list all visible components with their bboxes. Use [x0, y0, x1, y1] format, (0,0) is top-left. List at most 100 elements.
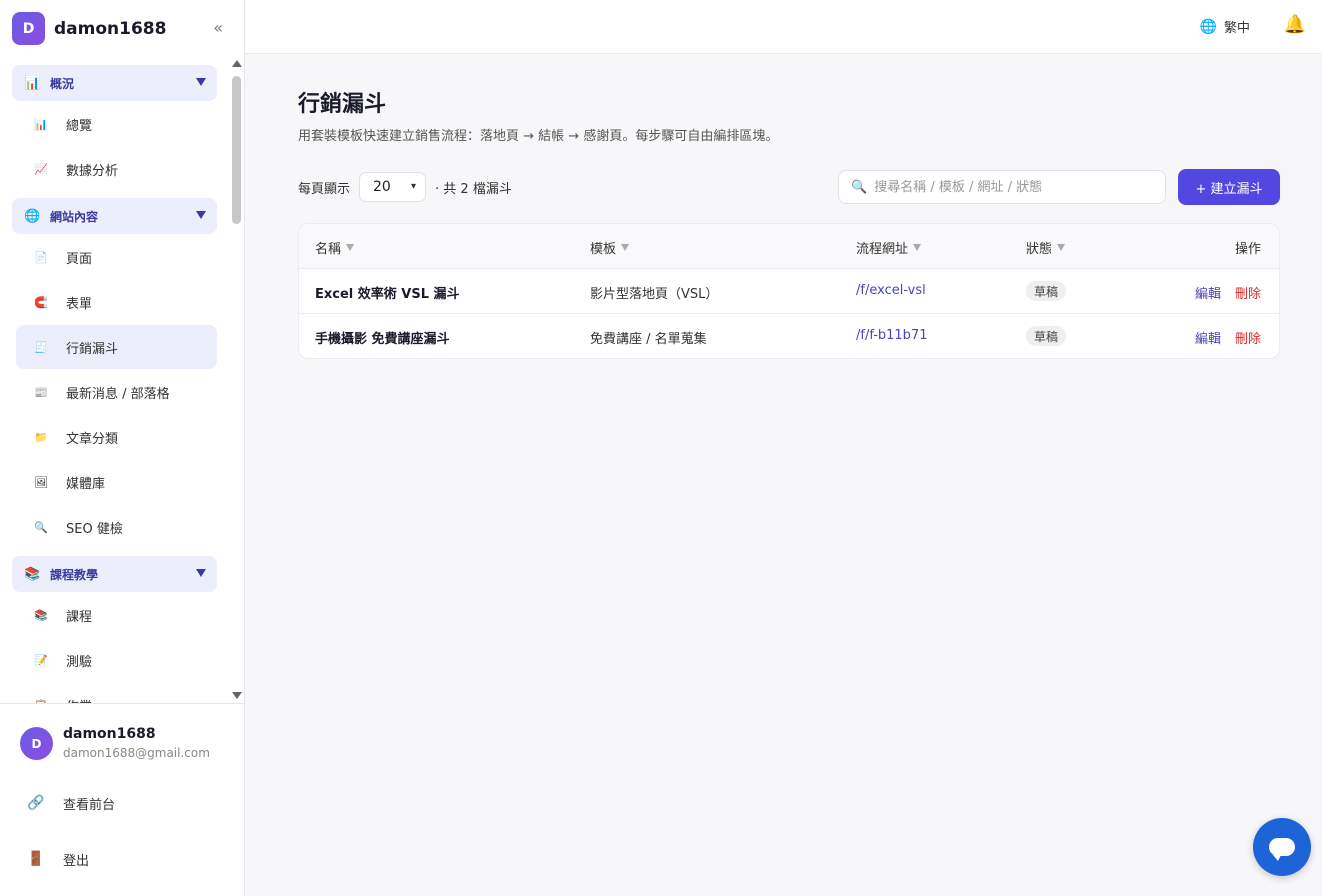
chat-bubble-icon: [1269, 838, 1295, 861]
sidebar-item-courses[interactable]: 📚 課程: [16, 593, 217, 637]
funnel-name: Excel 效率術 VSL 漏斗: [315, 287, 460, 302]
sidebar-nav: 📊 概況 📊 總覽 📈 數據分析 🌐 網站內容 📄 頁面 🧲 表單 🧾 行銷漏斗…: [0, 58, 230, 703]
column-header-label: 流程網址: [856, 242, 909, 257]
user-email: damon1688@gmail.com: [63, 746, 210, 760]
sidebar-item-forms[interactable]: 🧲 表單: [16, 280, 217, 324]
column-header-url[interactable]: 流程網址: [856, 238, 922, 257]
sidebar-item-quizzes[interactable]: 📝 測驗: [16, 638, 217, 682]
column-header-label: 操作: [1235, 242, 1262, 257]
per-page-value: 20: [373, 179, 391, 195]
page-icon: 📄: [34, 250, 48, 264]
sidebar-item-seo[interactable]: 🔍 SEO 健檢: [16, 505, 217, 549]
language-label: 繁中: [1223, 21, 1250, 36]
page-subtitle: 用套裝模板快速建立銷售流程：落地頁 → 結帳 → 感謝頁。每步驟可自由編排區塊。: [298, 129, 779, 144]
sidebar-section-overview[interactable]: 📊 概況: [12, 65, 217, 101]
search-input[interactable]: [874, 179, 1155, 195]
sidebar-item-label: 測驗: [66, 654, 93, 670]
bar-chart-icon: 📊: [34, 117, 48, 131]
sidebar-item-pages[interactable]: 📄 頁面: [16, 235, 217, 279]
sidebar-item-label: 作業: [66, 696, 92, 704]
brand-name: damon1688: [54, 18, 167, 39]
language-switcher[interactable]: 🌐 繁中: [1199, 17, 1250, 37]
delete-button[interactable]: 刪除: [1235, 328, 1261, 347]
chart-icon: 📊: [24, 75, 41, 91]
sidebar-item-label: 行銷漏斗: [66, 341, 119, 357]
sidebar: D damon1688 « 📊 概況 📊 總覽 📈 數據分析 🌐 網站內容 📄 …: [0, 0, 245, 896]
view-frontend-label: 查看前台: [63, 797, 116, 813]
topbar: 🌐 繁中 🔔: [245, 0, 1322, 54]
sidebar-section-label: 課程教學: [50, 567, 99, 582]
sidebar-item-assignments[interactable]: 📋 作業: [16, 683, 217, 704]
folder-icon: 📁: [34, 430, 48, 444]
brand: D damon1688 «: [12, 12, 237, 45]
globe-icon: 🌐: [24, 208, 41, 224]
edit-button[interactable]: 編輯: [1195, 328, 1221, 347]
funnel-template: 免費講座 / 名單蒐集: [590, 332, 707, 347]
sidebar-section-label: 網站內容: [50, 209, 99, 224]
funnel-url-link[interactable]: /f/f-b11b71: [856, 328, 927, 343]
column-header-name[interactable]: 名稱: [315, 238, 355, 257]
clipboard-icon: 📋: [32, 696, 50, 704]
avatar[interactable]: D: [20, 727, 53, 760]
sidebar-item-categories[interactable]: 📁 文章分類: [16, 415, 217, 459]
sidebar-item-funnels[interactable]: 🧾 行銷漏斗: [16, 325, 217, 369]
logout-label: 登出: [63, 853, 90, 869]
sidebar-item-label: 課程: [66, 609, 93, 625]
per-page-select[interactable]: 20 ▾: [359, 172, 427, 202]
sidebar-section-courses[interactable]: 📚 課程教學: [12, 556, 217, 592]
sidebar-item-label: 頁面: [66, 251, 93, 267]
brand-logo: D: [12, 12, 45, 45]
bell-icon[interactable]: 🔔: [1284, 14, 1306, 35]
column-header-actions: 操作: [1235, 238, 1261, 257]
sidebar-item-analytics[interactable]: 📈 數據分析: [16, 147, 217, 191]
chat-button[interactable]: [1253, 818, 1311, 876]
column-header-label: 狀態: [1026, 242, 1053, 257]
create-funnel-button[interactable]: + 建立漏斗: [1178, 169, 1280, 205]
books-icon: 📚: [34, 608, 48, 622]
funnels-table: 名稱 模板 流程網址 狀態 操作 Excel 效率術 VSL 漏斗 影片型落地頁…: [298, 223, 1280, 359]
sidebar-item-media[interactable]: 🖼 媒體庫: [16, 460, 217, 504]
books-icon: 📚: [24, 566, 41, 582]
table-header: 名稱 模板 流程網址 狀態 操作: [299, 224, 1279, 269]
funnel-url-link[interactable]: /f/excel-vsl: [856, 283, 926, 298]
newspaper-icon: 📰: [34, 385, 48, 399]
image-icon: 🖼: [34, 475, 48, 489]
sort-icon: [913, 244, 922, 251]
table-row: 手機攝影 免費講座漏斗 免費講座 / 名單蒐集 /f/f-b11b71 草稿 編…: [299, 314, 1279, 358]
column-header-label: 名稱: [315, 242, 342, 257]
funnel-template: 影片型落地頁（VSL）: [590, 287, 719, 302]
search-box[interactable]: 🔍: [838, 170, 1166, 204]
scroll-up-arrow-icon[interactable]: [232, 60, 242, 67]
sidebar-item-dashboard[interactable]: 📊 總覽: [16, 102, 217, 146]
magnet-icon: 🧲: [34, 295, 48, 309]
sidebar-scrollbar[interactable]: [230, 58, 244, 703]
memo-icon: 📝: [34, 653, 48, 667]
page-title: 行銷漏斗: [298, 92, 387, 117]
chevron-down-icon: ▾: [410, 181, 417, 192]
sidebar-item-label: 最新消息 / 部落格: [66, 386, 170, 402]
table-row: Excel 效率術 VSL 漏斗 影片型落地頁（VSL） /f/excel-vs…: [299, 269, 1279, 314]
link-icon: 🔗: [27, 795, 45, 811]
magnifier-icon: 🔍: [34, 520, 48, 534]
sidebar-section-site-content[interactable]: 🌐 網站內容: [12, 198, 217, 234]
sidebar-item-label: 表單: [66, 296, 93, 312]
column-header-template[interactable]: 模板: [590, 238, 630, 257]
user-panel: D damon1688 damon1688@gmail.com 🔗 查看前台 🚪…: [0, 703, 245, 896]
edit-button[interactable]: 編輯: [1195, 283, 1221, 302]
delete-button[interactable]: 刪除: [1235, 283, 1261, 302]
search-icon: 🔍: [851, 179, 868, 195]
scroll-thumb[interactable]: [232, 76, 241, 224]
caret-down-icon: [196, 78, 206, 86]
sidebar-section-label: 概況: [50, 76, 75, 91]
scroll-down-arrow-icon[interactable]: [232, 692, 242, 699]
collapse-sidebar-button[interactable]: «: [213, 18, 223, 37]
column-header-status[interactable]: 狀態: [1026, 238, 1066, 257]
line-chart-icon: 📈: [34, 162, 48, 176]
funnel-name: 手機攝影 免費講座漏斗: [315, 332, 450, 347]
view-frontend-link[interactable]: 🔗 查看前台: [26, 791, 115, 815]
sidebar-item-label: 總覽: [66, 118, 93, 134]
logout-button[interactable]: 🚪 登出: [26, 847, 89, 871]
globe-icon: 🌐: [1199, 18, 1217, 35]
sidebar-item-blog[interactable]: 📰 最新消息 / 部落格: [16, 370, 217, 414]
clipboard-icon: 🧾: [34, 340, 48, 354]
